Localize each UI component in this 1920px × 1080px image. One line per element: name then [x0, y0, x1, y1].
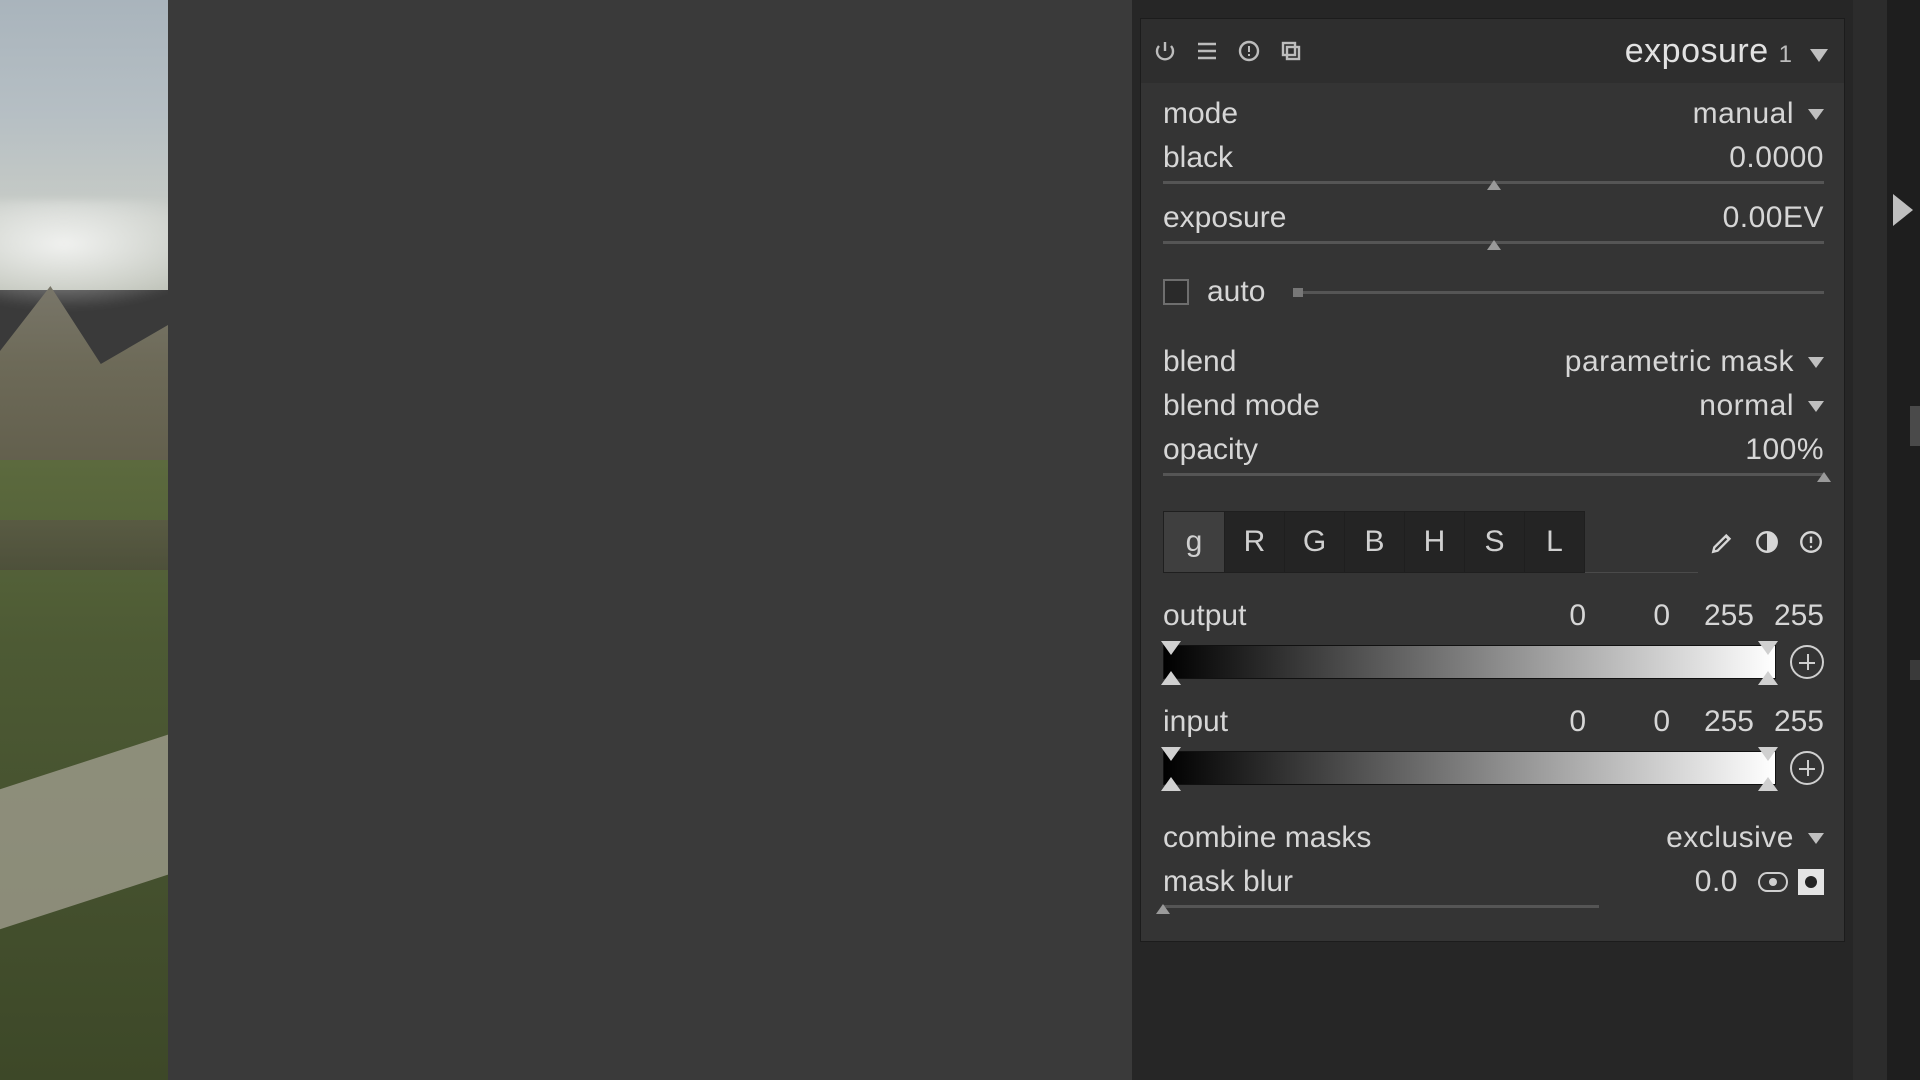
chevron-down-icon: [1808, 109, 1824, 120]
opacity-slider[interactable]: [1163, 471, 1824, 483]
auto-checkbox[interactable]: [1163, 279, 1189, 305]
image-preview-sliver: [0, 0, 168, 1080]
auto-percentile-slider[interactable]: [1293, 291, 1824, 294]
scrollbar-thumb[interactable]: [1910, 660, 1920, 680]
channel-tab-g[interactable]: g: [1164, 512, 1224, 572]
combine-label: combine masks: [1163, 821, 1371, 855]
output-v0: 0: [1502, 599, 1586, 633]
input-v1: 0: [1586, 705, 1670, 739]
input-label: input: [1163, 705, 1228, 739]
mask-blur-row: mask blur 0.0: [1163, 865, 1824, 899]
exposure-row: exposure 0.00EV: [1163, 201, 1824, 235]
channel-tab-l[interactable]: L: [1524, 512, 1584, 572]
mask-indicator-icon[interactable]: [1798, 869, 1824, 895]
exposure-slider[interactable]: [1163, 239, 1824, 251]
reset-channel-icon[interactable]: [1798, 529, 1824, 555]
channel-tabs-row: gRGBHSL: [1163, 511, 1824, 573]
mask-blur-value: 0.0: [1695, 865, 1738, 899]
auto-row: auto: [1163, 275, 1824, 309]
input-v2: 255: [1670, 705, 1754, 739]
input-v0: 0: [1502, 705, 1586, 739]
input-v3: 255: [1754, 705, 1824, 739]
right-panel: exposure 1 mode manual black 0.0000: [1132, 0, 1853, 1080]
black-slider[interactable]: [1163, 179, 1824, 191]
channel-tab-r[interactable]: R: [1224, 512, 1284, 572]
exposure-value: 0.00EV: [1723, 201, 1824, 235]
blend-row[interactable]: blend parametric mask: [1163, 345, 1824, 379]
blend-label: blend: [1163, 345, 1236, 379]
input-block: input 0 0 255 255: [1163, 705, 1824, 785]
multi-instance-icon[interactable]: [1193, 37, 1221, 65]
collapse-icon[interactable]: [1810, 49, 1828, 62]
show-mask-icon[interactable]: [1758, 872, 1788, 892]
blend-value: parametric mask: [1565, 345, 1794, 379]
blend-mode-row[interactable]: blend mode normal: [1163, 389, 1824, 423]
opacity-value: 100%: [1745, 433, 1824, 467]
output-v1: 0: [1586, 599, 1670, 633]
mode-value: manual: [1693, 97, 1794, 131]
output-polarity-button[interactable]: [1790, 645, 1824, 679]
output-v2: 255: [1670, 599, 1754, 633]
opacity-row: opacity 100%: [1163, 433, 1824, 467]
chevron-down-icon: [1808, 401, 1824, 412]
module-instance-number: 1: [1779, 41, 1792, 69]
blend-mode-value: normal: [1699, 389, 1794, 423]
black-value: 0.0000: [1729, 141, 1824, 175]
channel-tab-s[interactable]: S: [1464, 512, 1524, 572]
output-block: output 0 0 255 255: [1163, 599, 1824, 679]
invert-icon[interactable]: [1754, 529, 1780, 555]
channel-tabs: gRGBHSL: [1163, 511, 1585, 573]
blend-mode-label: blend mode: [1163, 389, 1320, 423]
mode-label: mode: [1163, 97, 1238, 131]
presets-icon[interactable]: [1277, 37, 1305, 65]
input-polarity-button[interactable]: [1790, 751, 1824, 785]
panel-collapse-strip[interactable]: [1887, 0, 1920, 1080]
power-icon[interactable]: [1151, 37, 1179, 65]
channel-tab-h[interactable]: H: [1404, 512, 1464, 572]
channel-tab-g[interactable]: G: [1284, 512, 1344, 572]
input-handle-low[interactable]: [1160, 749, 1182, 789]
output-handle-low[interactable]: [1160, 643, 1182, 683]
mask-blur-slider[interactable]: [1163, 903, 1599, 915]
reset-icon[interactable]: [1235, 37, 1263, 65]
input-handle-high[interactable]: [1757, 749, 1779, 789]
color-picker-icon[interactable]: [1710, 529, 1736, 555]
output-handle-high[interactable]: [1757, 643, 1779, 683]
module-header[interactable]: exposure 1: [1141, 19, 1844, 83]
darkroom-canvas[interactable]: [168, 0, 1132, 1080]
output-gradient-slider[interactable]: [1163, 645, 1776, 679]
black-label: black: [1163, 141, 1233, 175]
output-v3: 255: [1754, 599, 1824, 633]
black-row: black 0.0000: [1163, 141, 1824, 175]
mode-row[interactable]: mode manual: [1163, 97, 1824, 131]
mask-blur-label: mask blur: [1163, 865, 1293, 899]
opacity-label: opacity: [1163, 433, 1258, 467]
scrollbar-segment[interactable]: [1910, 406, 1920, 446]
auto-label: auto: [1207, 275, 1265, 309]
channel-tab-b[interactable]: B: [1344, 512, 1404, 572]
panel-collapse-icon[interactable]: [1893, 194, 1913, 226]
exposure-module: exposure 1 mode manual black 0.0000: [1140, 18, 1845, 942]
exposure-label: exposure: [1163, 201, 1286, 235]
input-gradient-slider[interactable]: [1163, 751, 1776, 785]
chevron-down-icon: [1808, 357, 1824, 368]
combine-value: exclusive: [1666, 821, 1794, 855]
scrollbar-gutter: [1853, 0, 1887, 1080]
output-label: output: [1163, 599, 1246, 633]
chevron-down-icon: [1808, 833, 1824, 844]
module-title: exposure: [1625, 32, 1769, 71]
combine-row[interactable]: combine masks exclusive: [1163, 821, 1824, 855]
